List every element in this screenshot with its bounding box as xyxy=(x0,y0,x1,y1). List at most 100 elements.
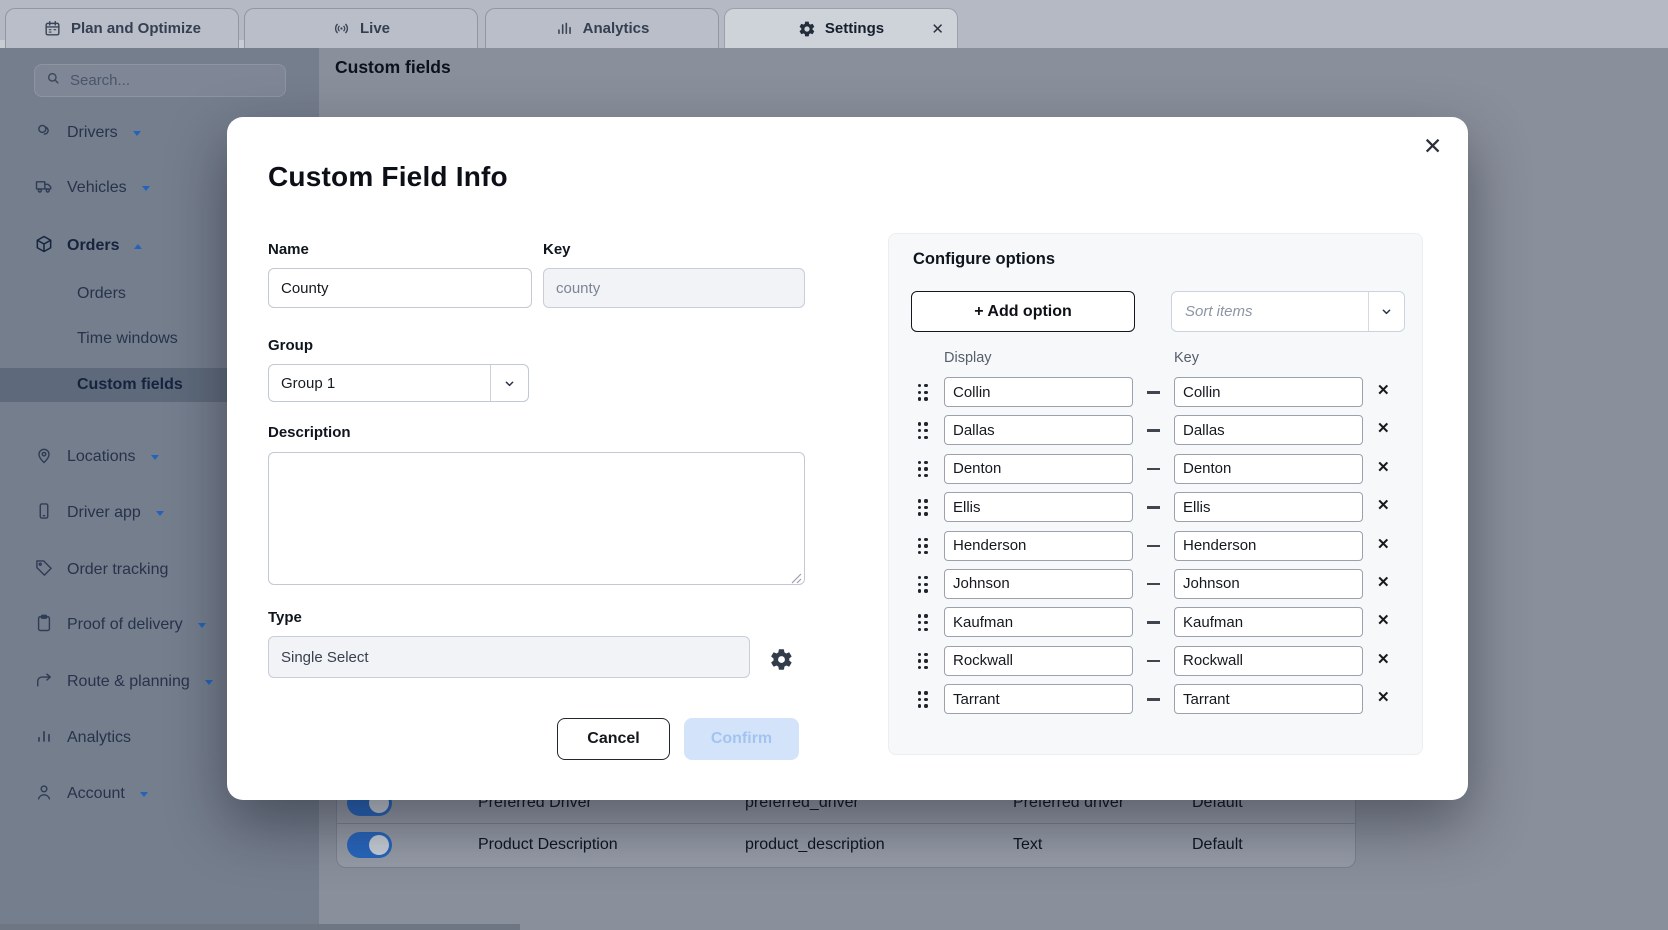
group-select-value: Group 1 xyxy=(269,375,490,392)
key-label: Key xyxy=(543,241,571,258)
cancel-button[interactable]: Cancel xyxy=(557,718,670,760)
sidebar-item-label: Proof of delivery xyxy=(67,616,183,634)
tab-live[interactable]: Live xyxy=(244,8,478,48)
remove-option-icon[interactable]: ✕ xyxy=(1377,458,1390,476)
chevron-down-icon[interactable] xyxy=(490,365,528,401)
tab-settings[interactable]: Settings ✕ xyxy=(724,8,958,48)
drag-handle-icon[interactable] xyxy=(918,499,928,516)
dash-separator xyxy=(1147,621,1160,624)
type-settings-gear-icon[interactable] xyxy=(767,645,795,673)
bar-chart-icon xyxy=(34,726,54,751)
drag-handle-icon[interactable] xyxy=(918,653,928,670)
option-row: ✕ xyxy=(889,607,1424,637)
clipboard-icon xyxy=(34,613,54,638)
type-label: Type xyxy=(268,609,302,626)
option-display-input[interactable] xyxy=(944,646,1133,676)
sidebar-item-label: Orders xyxy=(77,285,126,303)
option-key-input[interactable] xyxy=(1174,569,1363,599)
option-display-input[interactable] xyxy=(944,684,1133,714)
gear-icon xyxy=(798,20,816,38)
confirm-button[interactable]: Confirm xyxy=(684,718,799,760)
option-key-input[interactable] xyxy=(1174,377,1363,407)
sidebar-item-label: Locations xyxy=(67,448,136,466)
dash-separator xyxy=(1147,583,1160,586)
remove-option-icon[interactable]: ✕ xyxy=(1377,535,1390,553)
option-row: ✕ xyxy=(889,569,1424,599)
panel-heading: Configure options xyxy=(913,250,1055,269)
chevron-down-icon xyxy=(133,131,141,136)
option-key-input[interactable] xyxy=(1174,684,1363,714)
description-textarea[interactable] xyxy=(268,452,805,585)
chevron-down-icon xyxy=(198,623,206,628)
drag-handle-icon[interactable] xyxy=(918,576,928,593)
description-label: Description xyxy=(268,424,351,441)
resize-grip-icon[interactable] xyxy=(790,571,802,589)
sidebar-item-label: Route & planning xyxy=(67,673,190,691)
tab-close-icon[interactable]: ✕ xyxy=(931,20,944,38)
option-key-input[interactable] xyxy=(1174,454,1363,484)
remove-option-icon[interactable]: ✕ xyxy=(1377,611,1390,629)
option-key-input[interactable] xyxy=(1174,607,1363,637)
chevron-down-icon xyxy=(205,680,213,685)
drag-handle-icon[interactable] xyxy=(918,614,928,631)
sidebar-search[interactable] xyxy=(34,64,286,97)
dash-separator xyxy=(1147,660,1160,663)
search-input[interactable] xyxy=(68,71,275,90)
sidebar-item-label: Drivers xyxy=(67,124,118,142)
group-select[interactable]: Group 1 xyxy=(268,364,529,402)
option-display-input[interactable] xyxy=(944,607,1133,637)
type-input xyxy=(268,636,750,678)
option-display-input[interactable] xyxy=(944,531,1133,561)
modal-title: Custom Field Info xyxy=(268,161,508,193)
option-row: ✕ xyxy=(889,531,1424,561)
option-display-input[interactable] xyxy=(944,415,1133,445)
sidebar-item-label: Order tracking xyxy=(67,561,168,579)
name-input[interactable] xyxy=(268,268,532,308)
sidebar-item-label: Account xyxy=(67,785,125,803)
chevron-down-icon[interactable] xyxy=(1368,292,1404,331)
sidebar-item-label: Time windows xyxy=(77,330,178,348)
configure-options-panel: Configure options + Add option Sort item… xyxy=(888,233,1423,755)
close-icon[interactable]: ✕ xyxy=(1423,133,1442,160)
table-row-partial xyxy=(337,867,1355,868)
option-key-input[interactable] xyxy=(1174,646,1363,676)
drag-handle-icon[interactable] xyxy=(918,422,928,439)
smartphone-icon xyxy=(34,501,54,526)
option-row: ✕ xyxy=(889,492,1424,522)
toggle-on[interactable] xyxy=(347,867,392,868)
option-row: ✕ xyxy=(889,377,1424,407)
option-key-input[interactable] xyxy=(1174,531,1363,561)
option-display-input[interactable] xyxy=(944,569,1133,599)
drag-handle-icon[interactable] xyxy=(918,461,928,478)
option-key-input[interactable] xyxy=(1174,492,1363,522)
app-root: Plan and Optimize Live Analytics Setting… xyxy=(0,0,1668,930)
drag-handle-icon[interactable] xyxy=(918,384,928,401)
add-option-button[interactable]: + Add option xyxy=(911,291,1135,332)
option-display-input[interactable] xyxy=(944,492,1133,522)
sort-items-select[interactable]: Sort items xyxy=(1171,291,1405,332)
option-key-input[interactable] xyxy=(1174,415,1363,445)
tab-plan-and-optimize[interactable]: Plan and Optimize xyxy=(5,8,239,48)
sort-items-placeholder: Sort items xyxy=(1172,303,1368,320)
remove-option-icon[interactable]: ✕ xyxy=(1377,419,1390,437)
remove-option-icon[interactable]: ✕ xyxy=(1377,496,1390,514)
option-display-input[interactable] xyxy=(944,377,1133,407)
toggle-on[interactable] xyxy=(347,832,392,858)
page-title: Custom fields xyxy=(335,57,451,78)
field-badge: Default xyxy=(1192,836,1243,854)
remove-option-icon[interactable]: ✕ xyxy=(1377,381,1390,399)
tab-analytics[interactable]: Analytics xyxy=(485,8,719,48)
sidebar-item-label: Custom fields xyxy=(77,376,183,394)
remove-option-icon[interactable]: ✕ xyxy=(1377,573,1390,591)
remove-option-icon[interactable]: ✕ xyxy=(1377,650,1390,668)
drag-handle-icon[interactable] xyxy=(918,538,928,555)
display-column-header: Display xyxy=(944,350,992,366)
dash-separator xyxy=(1147,506,1160,509)
group-label: Group xyxy=(268,337,313,354)
chevron-down-icon xyxy=(156,511,164,516)
option-display-input[interactable] xyxy=(944,454,1133,484)
chevron-down-icon xyxy=(142,186,150,191)
drag-handle-icon[interactable] xyxy=(918,691,928,708)
bottom-edge-bar xyxy=(0,924,520,930)
remove-option-icon[interactable]: ✕ xyxy=(1377,688,1390,706)
